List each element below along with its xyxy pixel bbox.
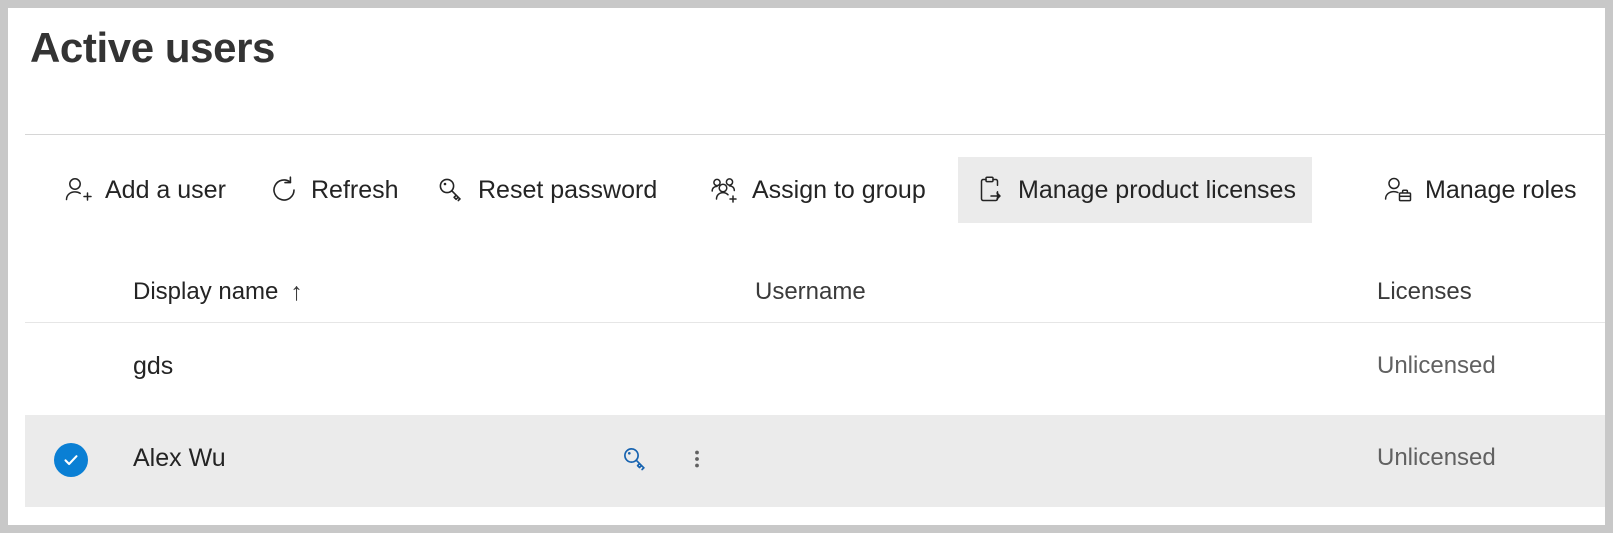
refresh-icon [267, 173, 301, 207]
page-title: Active users [30, 24, 276, 71]
command-label: Manage product licenses [1018, 175, 1296, 204]
column-header-display-name[interactable]: Display name ↑ [133, 278, 303, 306]
command-bar: Add a user Refresh Reset password Assign… [25, 134, 1605, 223]
add-user-icon [61, 173, 95, 207]
command-manage-roles[interactable]: Manage roles [1365, 157, 1592, 223]
column-header-username[interactable]: Username [755, 278, 866, 306]
sort-ascending-icon: ↑ [290, 277, 303, 306]
command-label: Reset password [478, 175, 658, 204]
more-options-icon[interactable] [679, 441, 715, 477]
user-briefcase-icon [1381, 173, 1415, 207]
clipboard-arrow-icon [974, 173, 1008, 207]
command-reset-password[interactable]: Reset password [418, 157, 673, 223]
command-add-a-user[interactable]: Add a user [45, 157, 242, 223]
row-actions [617, 441, 715, 477]
table-header-row: Display name ↑ Username Licenses [25, 256, 1605, 323]
column-header-label: Username [755, 278, 866, 305]
table-row[interactable]: Alex Wu Unlicensed [25, 415, 1605, 507]
command-refresh[interactable]: Refresh [251, 157, 415, 223]
row-checkbox-checked[interactable] [54, 443, 88, 477]
window-frame: Active users Add a user Refresh Reset pa… [0, 0, 1613, 533]
key-icon [434, 173, 468, 207]
users-table: Display name ↑ Username Licenses gds Unl… [25, 256, 1605, 507]
table-row[interactable]: gds Unlicensed [25, 323, 1605, 415]
command-label: Assign to group [752, 175, 926, 204]
reset-password-icon[interactable] [617, 441, 653, 477]
checkbox-circle [54, 443, 88, 477]
active-users-page: Active users Add a user Refresh Reset pa… [8, 8, 1605, 525]
column-header-licenses[interactable]: Licenses [1377, 278, 1472, 306]
cell-licenses: Unlicensed [1377, 352, 1496, 379]
cell-licenses: Unlicensed [1377, 444, 1496, 471]
add-group-icon [708, 173, 742, 207]
column-header-label: Display name [133, 278, 279, 305]
cell-display-name: gds [133, 352, 174, 380]
command-label: Refresh [311, 175, 399, 204]
command-label: Manage roles [1425, 175, 1577, 204]
command-assign-to-group[interactable]: Assign to group [692, 157, 942, 223]
cell-display-name: Alex Wu [133, 444, 226, 472]
command-manage-product-licenses[interactable]: Manage product licenses [958, 157, 1312, 223]
column-header-label: Licenses [1377, 278, 1472, 305]
command-label: Add a user [105, 175, 226, 204]
